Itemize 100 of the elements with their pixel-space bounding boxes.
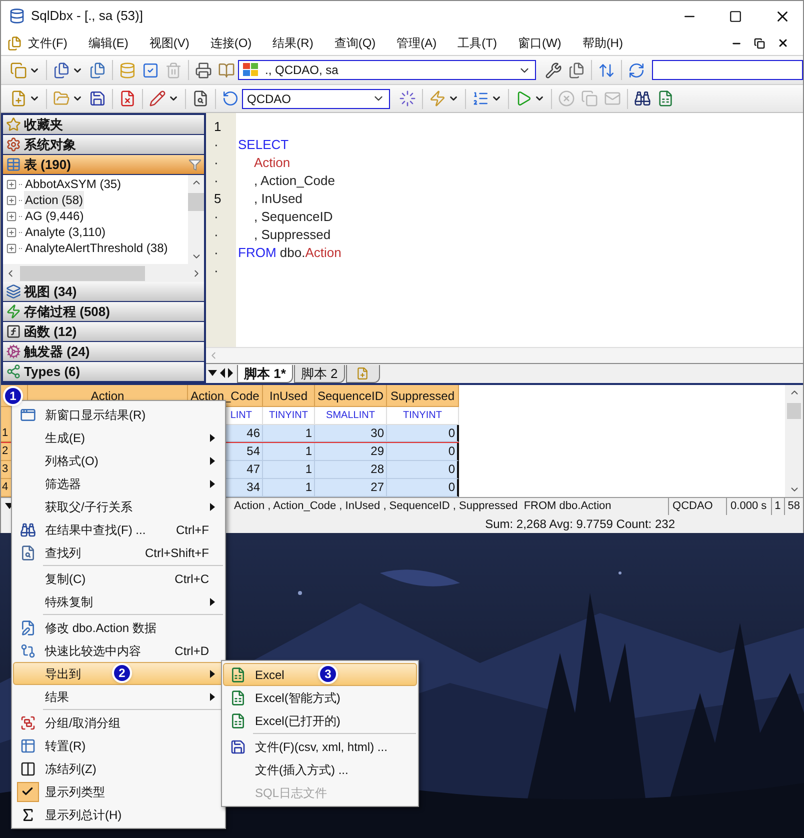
sidebar-section-header[interactable]: 函数 (12) — [3, 322, 204, 342]
table-tree-item[interactable]: AG (9,446) — [24, 207, 85, 225]
check-icon — [21, 785, 34, 798]
menu-bar-item[interactable]: 帮助(H) — [582, 34, 623, 52]
shortcut-label: Ctrl+D — [174, 642, 210, 660]
file-search-icon[interactable] — [192, 90, 209, 107]
find-column-icon — [20, 544, 36, 560]
menu-item[interactable]: 获取父/子行关系 — [13, 495, 224, 518]
menu-item[interactable]: 显示列总计(H) — [13, 803, 224, 826]
menu-item[interactable]: 复制(C) Ctrl+C — [13, 567, 224, 590]
search-field[interactable] — [652, 60, 803, 80]
menu-bar-item[interactable]: 查询(Q) — [334, 34, 376, 52]
menu-item[interactable]: 冻结列(Z) — [13, 757, 224, 780]
menu-bar-item[interactable]: 编辑(E) — [88, 34, 128, 52]
sidebar-section-header[interactable]: 视图 (34) — [3, 282, 204, 302]
spinner-icon[interactable] — [399, 90, 416, 107]
files-icon[interactable] — [89, 62, 106, 78]
code-line: , SequenceID — [254, 208, 333, 226]
menu-item[interactable]: 结果 — [13, 685, 224, 708]
expand-icon[interactable] — [6, 194, 17, 206]
sidebar-section-header[interactable]: 收藏夹 — [3, 115, 204, 135]
menu-item[interactable]: 转置(R) — [13, 734, 224, 757]
code-line: SELECT — [238, 136, 289, 154]
grid-cell: 27 — [315, 479, 387, 497]
expand-icon[interactable] — [6, 226, 17, 238]
table-tree-item[interactable]: Action (58) — [24, 191, 84, 209]
menu-item[interactable]: 导出到 2 — [13, 662, 224, 685]
sidebar-section-header[interactable]: Types (6) — [3, 362, 204, 382]
menu-bar-item[interactable]: 视图(V) — [149, 34, 190, 52]
script-tab[interactable]: 脚本 1* — [237, 365, 293, 383]
horizontal-scrollbar[interactable] — [206, 347, 803, 363]
maximize-icon[interactable] — [729, 10, 742, 22]
close-icon[interactable] — [777, 37, 789, 49]
tab-navigation-icon[interactable] — [208, 367, 236, 379]
scroll-thumb[interactable] — [787, 403, 801, 419]
menu-bar-item[interactable]: 窗口(W) — [518, 34, 562, 52]
arrows-icon[interactable] — [598, 62, 615, 78]
vertical-scrollbar[interactable] — [785, 385, 803, 497]
grid-cell: 0 — [387, 461, 459, 479]
table-tree-item[interactable]: AbbotAxSYM (35) — [24, 175, 122, 193]
menu-item[interactable]: 在结果中查找(F) ... Ctrl+F — [13, 518, 224, 541]
script-tab[interactable]: 脚本 2 — [294, 365, 345, 383]
horizontal-scrollbar[interactable] — [3, 264, 204, 282]
spreadsheet-edit-icon — [230, 690, 246, 706]
book-icon[interactable] — [218, 62, 235, 78]
menu-item[interactable]: 文件(F)(csv, xml, html) ... — [223, 735, 417, 758]
column-header[interactable]: SequenceID — [315, 385, 387, 407]
file-x-icon[interactable] — [119, 90, 136, 107]
menu-item[interactable]: 修改 dbo.Action 数据 — [13, 616, 224, 639]
menu-item[interactable]: Excel 3 — [223, 663, 417, 686]
vertical-scrollbar[interactable] — [188, 175, 204, 264]
expand-icon[interactable] — [6, 242, 17, 254]
undo-icon[interactable] — [222, 90, 239, 107]
scroll-thumb[interactable] — [188, 192, 204, 210]
files-icon[interactable] — [568, 62, 585, 78]
new-tab-button[interactable] — [346, 365, 380, 383]
connection-dropdown[interactable]: ., QCDAO, sa — [238, 60, 536, 80]
menu-item[interactable]: 文件(插入方式) ... — [223, 758, 417, 781]
pencil-icon[interactable] — [149, 90, 166, 107]
line-number: · — [214, 226, 220, 244]
menu-item[interactable]: 分组/取消分组 — [13, 711, 224, 734]
expand-icon[interactable] — [6, 178, 17, 190]
menu-bar-item[interactable]: 连接(O) — [210, 34, 252, 52]
connection-dropdown[interactable]: QCDAO — [242, 88, 390, 108]
column-header[interactable]: InUsed — [263, 385, 315, 407]
sidebar-section-header[interactable]: 触发器 (24) — [3, 342, 204, 362]
menu-item[interactable]: Excel(智能方式) — [223, 686, 417, 709]
submenu-arrow-icon — [210, 456, 215, 464]
transpose-icon — [20, 738, 36, 754]
menu-bar-item[interactable]: 工具(T) — [458, 34, 497, 52]
refresh-icon[interactable] — [628, 62, 645, 78]
restore-icon[interactable] — [754, 38, 765, 48]
check-icon[interactable] — [142, 62, 159, 78]
sidebar-section-header[interactable]: 表 (190) — [3, 155, 204, 175]
scroll-thumb[interactable] — [20, 266, 145, 280]
menu-bar-item[interactable]: 管理(A) — [396, 34, 437, 52]
table-tree-item[interactable]: AnalyteAlertThreshold (38) — [24, 239, 169, 257]
grid-cell: 1 — [263, 479, 315, 497]
layers-icon — [6, 284, 21, 299]
menu-item[interactable]: 查找列 Ctrl+Shift+F — [13, 541, 224, 564]
spreadsheet-icon[interactable] — [657, 90, 674, 107]
binoculars-icon[interactable] — [634, 90, 651, 107]
column-header[interactable]: Suppressed — [387, 385, 459, 407]
printer-icon[interactable] — [195, 62, 212, 78]
expand-icon[interactable] — [6, 210, 17, 222]
menu-item[interactable]: 特殊复制 — [13, 590, 224, 613]
menu-bar-item[interactable]: 结果(R) — [272, 34, 314, 52]
files-icon[interactable] — [53, 62, 70, 78]
wrench-icon[interactable] — [545, 62, 562, 78]
cog-icon — [6, 344, 21, 359]
column-type: TINYINT — [403, 409, 442, 423]
sidebar-section-header[interactable]: 存储过程 (508) — [3, 302, 204, 322]
list-icon[interactable] — [472, 90, 489, 107]
menu-item[interactable]: 显示列类型 — [13, 780, 224, 803]
menu-item[interactable]: 快速比较选中内容 Ctrl+D — [13, 639, 224, 662]
menu-item[interactable]: Excel(已打开的) — [223, 709, 417, 732]
sidebar-section-header[interactable]: 系统对象 — [3, 135, 204, 155]
binoculars-icon — [20, 522, 36, 538]
table-tree-item[interactable]: Analyte (3,110) — [24, 223, 106, 241]
menu-bar-item[interactable]: 文件(F) — [28, 34, 68, 52]
